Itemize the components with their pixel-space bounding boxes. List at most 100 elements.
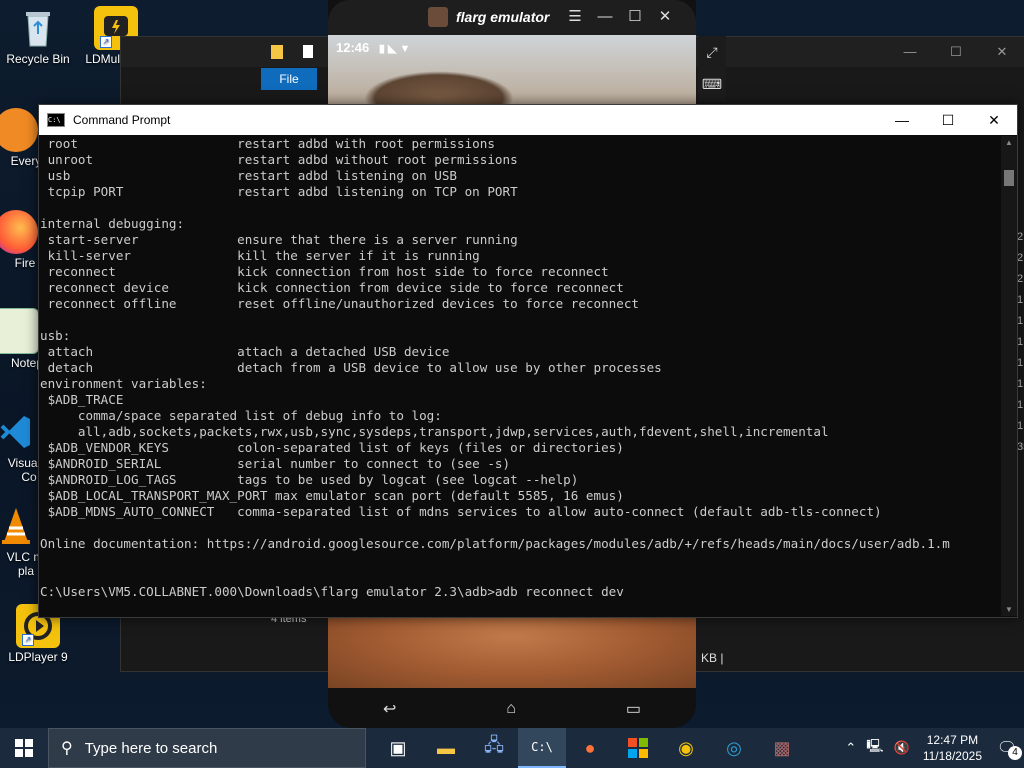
cmd-title: Command Prompt bbox=[73, 113, 171, 127]
network-app-icon[interactable]: 🖧 bbox=[470, 728, 518, 768]
firefox-icon[interactable]: ● bbox=[566, 728, 614, 768]
android-navigation-bar: ↩ ⌂ ▭ bbox=[328, 690, 696, 728]
column-value: 2 bbox=[1017, 273, 1024, 285]
chevron-up-icon[interactable]: ⌃ bbox=[845, 740, 856, 756]
vlc-icon bbox=[0, 504, 38, 548]
console-line: Online documentation: https://android.go… bbox=[40, 536, 950, 551]
check-icon bbox=[303, 45, 313, 58]
notification-center-button[interactable]: 🗨 4 bbox=[990, 738, 1024, 760]
console-output[interactable]: root restart adbd with root permissions … bbox=[39, 136, 1000, 616]
emulator-screen-top[interactable]: 12:46 ▮ ◣ ▼ bbox=[328, 35, 696, 105]
home-button[interactable]: ⌂ bbox=[506, 700, 516, 718]
console-line: environment variables: bbox=[40, 376, 207, 391]
minimize-button[interactable]: — bbox=[887, 37, 933, 67]
vertical-scrollbar[interactable]: ▲ ▼ bbox=[1001, 136, 1017, 616]
maximize-button[interactable]: ☐ bbox=[620, 6, 650, 28]
recycle-bin-shortcut[interactable]: Recycle Bin bbox=[2, 6, 74, 66]
notepad-icon bbox=[0, 308, 39, 354]
flarg-emulator-icon bbox=[428, 7, 448, 27]
console-line: attach attach a detached USB device bbox=[40, 344, 450, 359]
minimize-button[interactable]: — bbox=[879, 105, 925, 135]
clock[interactable]: 12:47 PM 11/18/2025 bbox=[923, 732, 982, 764]
cmd-window-controls: — ☐ ✕ bbox=[879, 105, 1017, 135]
system-tray: ⌃ 🖳 🔇 12:47 PM 11/18/2025 🗨 4 bbox=[840, 728, 1024, 768]
console-line: all,adb,sockets,packets,rwx,usb,sync,sys… bbox=[40, 424, 829, 439]
emulator-title: flarg emulator bbox=[456, 9, 550, 25]
status-time: 12:46 bbox=[336, 40, 370, 55]
scroll-down-icon[interactable]: ▼ bbox=[1001, 605, 1017, 614]
search-icon: ⚲ bbox=[61, 740, 73, 757]
shortcut-arrow-icon: ↗ bbox=[22, 634, 34, 646]
explorer-window-controls: — ☐ ✕ bbox=[887, 37, 1024, 67]
notification-icons: ▮ ◣ ▼ bbox=[378, 43, 411, 55]
console-line: reconnect offline reset offline/unauthor… bbox=[40, 296, 639, 311]
folder-icon bbox=[271, 45, 283, 59]
vscode-icon bbox=[0, 410, 38, 454]
taskbar: ⚲ Type here to search ▣ ▬ 🖧 C:\ ● ◉ ◎ ▩ … bbox=[0, 728, 1024, 768]
console-line: tcpip PORT restart adbd listening on TCP… bbox=[40, 184, 518, 199]
game-creature-image bbox=[364, 71, 514, 105]
file-explorer-icon[interactable]: ▬ bbox=[422, 728, 470, 768]
selection-size: KB | bbox=[701, 651, 724, 665]
network-icon[interactable]: 🖳 bbox=[866, 737, 883, 759]
minimize-button[interactable]: — bbox=[590, 6, 620, 28]
flarg-emulator-icon[interactable]: ▩ bbox=[758, 728, 806, 768]
console-line: $ADB_TRACE bbox=[40, 392, 124, 407]
task-view-icon[interactable]: ▣ bbox=[374, 728, 422, 768]
console-line: usb restart adbd listening on USB bbox=[40, 168, 458, 183]
firefox-icon bbox=[0, 210, 38, 254]
column-value: 1 bbox=[1017, 315, 1024, 327]
volume-muted-icon[interactable]: 🔇 bbox=[894, 740, 910, 756]
fullscreen-icon[interactable]: ⤢ bbox=[698, 36, 726, 68]
column-value: 1 bbox=[1017, 294, 1024, 306]
start-button[interactable] bbox=[0, 728, 48, 768]
console-line: $ANDROID_LOG_TAGS tags to be used by log… bbox=[40, 472, 579, 487]
notification-count: 4 bbox=[1008, 746, 1022, 760]
column-value: 1 bbox=[1017, 336, 1024, 348]
recycle-bin-label: Recycle Bin bbox=[6, 52, 70, 66]
maximize-button[interactable]: ☐ bbox=[925, 105, 971, 135]
command-prompt-window[interactable]: C:\ Command Prompt — ☐ ✕ root restart ad… bbox=[38, 104, 1018, 618]
column-value: 2 bbox=[1017, 252, 1024, 264]
close-button[interactable]: ✕ bbox=[971, 105, 1017, 135]
ldmultiplayer-icon[interactable]: ◎ bbox=[710, 728, 758, 768]
console-line: root restart adbd with root permissions bbox=[40, 136, 495, 151]
scroll-up-icon[interactable]: ▲ bbox=[1001, 138, 1017, 147]
console-line: detach detach from a USB device to allow… bbox=[40, 360, 662, 375]
clock-time: 12:47 PM bbox=[926, 733, 979, 747]
console-line: C:\Users\VM5.COLLABNET.000\Downloads\fla… bbox=[40, 584, 624, 599]
ribbon-tab-file[interactable]: File bbox=[261, 68, 317, 90]
search-placeholder: Type here to search bbox=[84, 739, 218, 757]
console-line: start-server ensure that there is a serv… bbox=[40, 232, 518, 247]
cmd-titlebar[interactable]: C:\ Command Prompt — ☐ ✕ bbox=[39, 105, 1017, 135]
console-line: $ADB_LOCAL_TRANSPORT_MAX_PORT max emulat… bbox=[40, 488, 624, 503]
console-line: internal debugging: bbox=[40, 216, 185, 231]
console-line: unroot restart adbd without root permiss… bbox=[40, 152, 518, 167]
emulator-screen-bottom[interactable] bbox=[328, 614, 696, 688]
close-button[interactable]: ✕ bbox=[650, 6, 680, 28]
console-line: reconnect device kick connection from de… bbox=[40, 280, 624, 295]
column-value: 35 bbox=[1017, 441, 1024, 453]
close-button[interactable]: ✕ bbox=[979, 37, 1024, 67]
console-line: $ANDROID_SERIAL serial number to connect… bbox=[40, 456, 511, 471]
command-prompt-icon[interactable]: C:\ bbox=[518, 728, 566, 768]
maximize-button[interactable]: ☐ bbox=[933, 37, 979, 67]
scroll-thumb[interactable] bbox=[1004, 170, 1014, 186]
ldplayer-icon[interactable]: ◉ bbox=[662, 728, 710, 768]
clock-date: 11/18/2025 bbox=[922, 749, 982, 763]
microsoft-store-icon[interactable] bbox=[614, 728, 662, 768]
command-prompt-icon: C:\ bbox=[47, 113, 65, 127]
back-button[interactable]: ↩ bbox=[383, 699, 396, 719]
column-value: 1 bbox=[1017, 357, 1024, 369]
taskbar-search-box[interactable]: ⚲ Type here to search bbox=[48, 728, 366, 768]
console-line: comma/space separated list of debug info… bbox=[40, 408, 442, 423]
emulator-titlebar[interactable]: flarg emulator ☰ — ☐ ✕ bbox=[328, 0, 696, 35]
recents-button[interactable]: ▭ bbox=[626, 699, 641, 719]
column-value: 2 bbox=[1017, 231, 1024, 243]
menu-button[interactable]: ☰ bbox=[560, 6, 590, 28]
keyboard-icon[interactable]: ⌨ bbox=[698, 68, 726, 100]
